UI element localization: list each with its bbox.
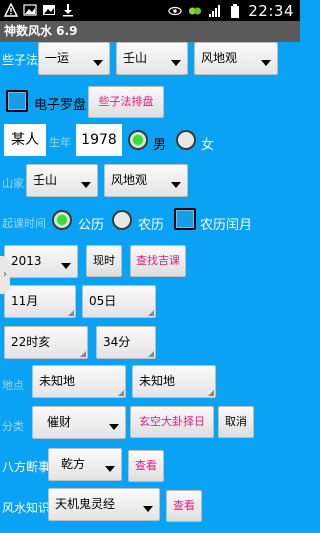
dropdown-arrow-icon bbox=[109, 424, 119, 430]
battery-icon bbox=[231, 4, 240, 18]
yun-select-value: 一运 bbox=[45, 51, 70, 65]
dropdown-corner-icon bbox=[68, 310, 74, 316]
xuankong-button[interactable]: 玄空大卦择日 bbox=[130, 406, 214, 438]
bafang-label: 八方断事 bbox=[2, 460, 51, 474]
minute-select[interactable]: 34分 bbox=[96, 326, 156, 359]
year-select-value: 2013 bbox=[11, 254, 42, 268]
dropdown-arrow-icon bbox=[105, 466, 115, 472]
xiezi-label: 些子法 bbox=[2, 53, 39, 67]
notification-icons bbox=[4, 3, 75, 17]
download-icon bbox=[63, 4, 73, 17]
chevron-right-icon: › bbox=[3, 269, 7, 280]
signal-icon bbox=[209, 5, 221, 17]
female-radio[interactable] bbox=[176, 130, 196, 150]
dropdown-arrow-icon bbox=[171, 60, 181, 66]
solar-radio[interactable] bbox=[52, 210, 72, 230]
warning-icon bbox=[4, 3, 18, 17]
male-label: 男 bbox=[153, 138, 167, 153]
name-field[interactable]: 某人 bbox=[4, 124, 46, 156]
dropdown-arrow-icon bbox=[143, 506, 153, 512]
shan-select-value: 壬山 bbox=[123, 51, 148, 65]
year-select[interactable]: 2013 bbox=[4, 245, 78, 278]
shanjia-label: 山家 bbox=[2, 177, 24, 190]
dropdown-arrow-icon bbox=[81, 182, 91, 188]
dropdown-arrow-icon bbox=[171, 182, 181, 188]
dropdown-arrow-icon bbox=[93, 60, 103, 66]
eye-icon bbox=[168, 6, 182, 16]
solar-label: 公历 bbox=[78, 218, 105, 233]
topic-select[interactable]: 天机鬼灵经 bbox=[48, 488, 160, 521]
yun-select[interactable]: 一运 bbox=[38, 42, 110, 75]
compass-label: 电子罗盘 bbox=[34, 98, 87, 113]
compass-checkbox[interactable] bbox=[6, 90, 28, 112]
location-label: 地点 bbox=[2, 379, 24, 392]
dropdown-arrow-icon bbox=[261, 60, 271, 66]
category-select[interactable]: 催财 bbox=[32, 406, 126, 439]
lunar-label: 农历 bbox=[138, 218, 165, 233]
game-icon bbox=[189, 7, 202, 15]
now-button[interactable]: 现时 bbox=[86, 245, 122, 277]
status-bar: 22:34 bbox=[0, 0, 300, 21]
direction-value: 乾方 bbox=[61, 457, 86, 471]
place1-select[interactable]: 未知地 bbox=[32, 365, 126, 398]
status-clock: 22:34 bbox=[248, 2, 294, 20]
dropdown-corner-icon bbox=[148, 310, 154, 316]
app-title: 神数风水 6.9 bbox=[0, 21, 300, 42]
month-select-value: 11月 bbox=[11, 294, 39, 308]
month-select[interactable]: 11月 bbox=[4, 285, 76, 318]
knowledge-view-button[interactable]: 查看 bbox=[166, 490, 202, 522]
hour-select[interactable]: 22时亥 bbox=[4, 326, 88, 359]
day-select-value: 05日 bbox=[89, 294, 117, 308]
day-select[interactable]: 05日 bbox=[82, 285, 156, 318]
category-value: 催财 bbox=[47, 415, 72, 429]
category-label: 分类 bbox=[2, 420, 24, 433]
hour-select-value: 22时亥 bbox=[11, 335, 51, 349]
lunar-radio[interactable] bbox=[112, 210, 132, 230]
dropdown-corner-icon bbox=[148, 351, 154, 357]
shanjia-shan-select[interactable]: 壬山 bbox=[26, 164, 98, 197]
place1-value: 未知地 bbox=[39, 374, 76, 388]
view-select-value: 风地观 bbox=[201, 51, 238, 65]
female-label: 女 bbox=[201, 138, 215, 153]
shanjia-shan-value: 壬山 bbox=[33, 173, 58, 187]
leap-month-checkbox[interactable] bbox=[174, 208, 196, 230]
minute-select-value: 34分 bbox=[103, 335, 131, 349]
fengshui-knowledge-label: 风水知识 bbox=[2, 501, 51, 515]
find-auspicious-button[interactable]: 查找吉课 bbox=[130, 245, 186, 277]
start-time-label: 起课时间 bbox=[2, 217, 46, 230]
topic-value: 天机鬼灵经 bbox=[55, 497, 116, 511]
direction-select[interactable]: 乾方 bbox=[48, 448, 122, 481]
shanjia-view-select[interactable]: 风地观 bbox=[104, 164, 188, 197]
dropdown-arrow-icon bbox=[61, 263, 71, 269]
side-drawer-handle[interactable]: › bbox=[0, 256, 10, 294]
image-icon bbox=[23, 4, 37, 16]
leap-month-label: 农历闰月 bbox=[200, 218, 253, 233]
cancel-button[interactable]: 取消 bbox=[218, 406, 254, 438]
view-select[interactable]: 风地观 bbox=[194, 42, 278, 75]
male-radio[interactable] bbox=[128, 130, 148, 150]
xiezi-arrange-button[interactable]: 些子法排盘 bbox=[88, 86, 164, 118]
shan-select[interactable]: 壬山 bbox=[116, 42, 188, 75]
dropdown-corner-icon bbox=[208, 390, 214, 396]
gallery-icon bbox=[43, 5, 55, 15]
dropdown-corner-icon bbox=[80, 351, 86, 357]
bafang-view-button[interactable]: 查看 bbox=[128, 450, 164, 482]
place2-select[interactable]: 未知地 bbox=[132, 365, 216, 398]
status-right: 22:34 bbox=[168, 2, 294, 20]
shanjia-view-value: 风地观 bbox=[111, 173, 148, 187]
birth-year-field[interactable]: 1978 bbox=[76, 124, 122, 156]
birth-year-label: 生年 bbox=[49, 136, 71, 149]
dropdown-corner-icon bbox=[118, 390, 124, 396]
place2-value: 未知地 bbox=[139, 374, 176, 388]
